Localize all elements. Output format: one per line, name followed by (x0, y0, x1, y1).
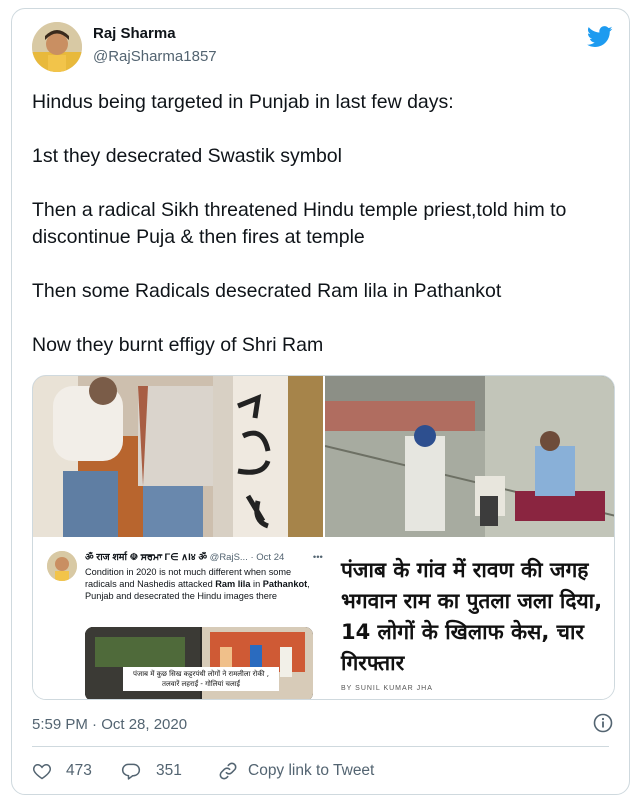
quoted-media: पंजाब में कुछ सिख कट्टरपंथी लोगों ने राम… (85, 627, 313, 699)
avatar[interactable] (32, 22, 82, 72)
quoted-name: ॐ राज शर्मा ☫ ਸਰਮਾ Γ∈ ∧I४ ॐ (85, 552, 208, 563)
media-grid[interactable]: ॐ राज शर्मा ☫ ਸਰਮਾ Γ∈ ∧I४ ॐ @RajS... · O… (32, 375, 615, 700)
news-headline: पंजाब के गांव में रावण की जगह भगवान राम … (341, 558, 603, 675)
quoted-date: · Oct 24 (250, 552, 285, 563)
tweet-card[interactable]: Raj Sharma @RajSharma1857 Hindus being t… (11, 8, 630, 795)
tweet-line: 1st they desecrated Swastik symbol (32, 145, 342, 167)
tweet-line: Now they burnt effigy of Shri Ram (32, 334, 324, 356)
quoted-body: Condition in 2020 is not much different … (85, 566, 313, 602)
copy-link-button[interactable]: Copy link to Tweet (218, 761, 374, 781)
quoted-bold: Ram lila (215, 579, 251, 589)
news-byline: BY SUNIL KUMAR JHA (341, 685, 433, 692)
link-icon (219, 762, 237, 780)
reply-icon (121, 763, 141, 780)
quoted-header: ॐ राज शर्मा ☫ ਸਰਮਾ Γ∈ ∧I४ ॐ @RajS... · O… (85, 550, 323, 563)
quoted-text: in (250, 579, 263, 589)
tweet-timestamp[interactable]: 5:59 PM · Oct 28, 2020 (32, 716, 187, 733)
reply-count: 351 (156, 762, 182, 779)
reply-button[interactable]: 351 (120, 761, 182, 781)
author-handle[interactable]: @RajSharma1857 (93, 48, 217, 65)
quoted-media-caption: पंजाब में कुछ सिख कट्टरपंथी लोगों ने राम… (123, 667, 279, 691)
twitter-bird-icon[interactable] (587, 26, 613, 48)
info-icon[interactable] (593, 713, 613, 733)
divider (32, 746, 609, 747)
copy-link-label: Copy link to Tweet (248, 762, 375, 779)
heart-icon (33, 763, 51, 780)
more-icon: ••• (312, 552, 323, 563)
tweet-line: Hindus being targeted in Punjab in last … (32, 91, 454, 113)
tweet-line: Then a radical Sikh threatened Hindu tem… (32, 199, 567, 248)
tweet-line: Then some Radicals desecrated Ram lila i… (32, 280, 502, 302)
tweet-text: Hindus being targeted in Punjab in last … (32, 89, 612, 386)
quoted-bold: Pathankot (262, 579, 308, 589)
like-button[interactable]: 473 (32, 761, 92, 781)
quoted-handle: @RajS... (209, 552, 248, 563)
like-count: 473 (66, 762, 92, 779)
news-headline-image[interactable]: पंजाब के गांव में रावण की जगह भगवान राम … (325, 539, 614, 699)
author-name[interactable]: Raj Sharma (93, 25, 176, 42)
quoted-tweet-screenshot[interactable]: ॐ राज शर्मा ☫ ਸਰਮਾ Γ∈ ∧I४ ॐ @RajS... · O… (33, 539, 323, 699)
photo-vandalized-wall[interactable] (33, 376, 323, 537)
photo-temple-cctv[interactable] (325, 376, 614, 537)
quoted-avatar (47, 551, 77, 581)
